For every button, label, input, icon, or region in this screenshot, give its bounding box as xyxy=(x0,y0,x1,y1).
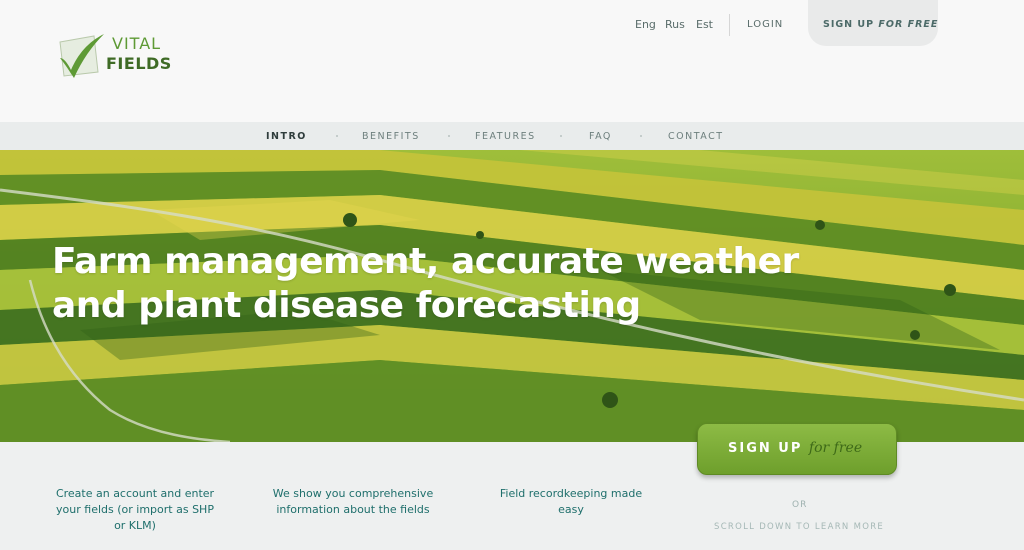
nav-item-benefits[interactable]: BENEFITS xyxy=(362,131,420,142)
nav-item-faq[interactable]: FAQ xyxy=(589,131,612,142)
hero-headline-line1: Farm management, accurate weather xyxy=(52,241,799,282)
language-rus-link[interactable]: Rus xyxy=(665,18,685,31)
feature-field-information: We show you comprehensive information ab… xyxy=(258,486,448,518)
hero-headline: Farm management, accurate weather and pl… xyxy=(52,240,952,328)
feature-text: Field recordkeeping made xyxy=(499,487,643,500)
header-signup-label: SIGN UP FOR FREE xyxy=(823,19,939,30)
nav-separator xyxy=(640,135,642,137)
nav-separator xyxy=(560,135,562,137)
signup-button-label: SIGN UP for free xyxy=(728,440,863,456)
nav-separator xyxy=(448,135,450,137)
hero-banner: Farm management, accurate weather and pl… xyxy=(0,150,1024,442)
or-separator: OR xyxy=(792,500,808,510)
logo-text-vital: VITAL xyxy=(112,34,162,53)
feature-recordkeeping: Field recordkeeping made easy xyxy=(476,486,666,518)
main-nav: INTRO BENEFITS FEATURES FAQ CONTACT xyxy=(0,122,1024,150)
hero-headline-line2: and plant disease forecasting xyxy=(52,285,641,326)
language-eng-link[interactable]: Eng xyxy=(635,18,656,31)
login-link[interactable]: LOGIN xyxy=(747,19,783,30)
header: VITAL FIELDS Eng Rus Est LOGIN SIGN UP F… xyxy=(0,0,1024,122)
nav-separator xyxy=(336,135,338,137)
scroll-down-link[interactable]: SCROLL DOWN TO LEARN MORE xyxy=(714,522,884,532)
checkmark-logo-icon xyxy=(59,34,104,78)
header-signup-button[interactable]: SIGN UP FOR FREE xyxy=(808,0,938,46)
feature-text: information about the fields xyxy=(276,503,430,516)
feature-text: Create an account and enter xyxy=(55,487,215,500)
feature-text: your fields (or import as SHP xyxy=(56,503,214,516)
feature-text: easy xyxy=(558,503,584,516)
feature-text: We show you comprehensive xyxy=(272,487,434,500)
feature-text: or KLM) xyxy=(114,519,156,532)
nav-item-intro[interactable]: INTRO xyxy=(266,131,307,142)
header-divider xyxy=(729,14,730,36)
header-signup-suffix: FOR FREE xyxy=(878,19,939,30)
vital-fields-logo[interactable]: VITAL FIELDS xyxy=(54,28,184,84)
nav-item-contact[interactable]: CONTACT xyxy=(668,131,724,142)
language-est-link[interactable]: Est xyxy=(696,18,713,31)
nav-item-features[interactable]: FEATURES xyxy=(475,131,536,142)
logo-text-fields: FIELDS xyxy=(106,54,172,73)
feature-create-account: Create an account and enter your fields … xyxy=(40,486,230,534)
signup-for-free-button[interactable]: SIGN UP for free xyxy=(697,423,897,475)
signup-button-suffix: for free xyxy=(808,440,863,456)
